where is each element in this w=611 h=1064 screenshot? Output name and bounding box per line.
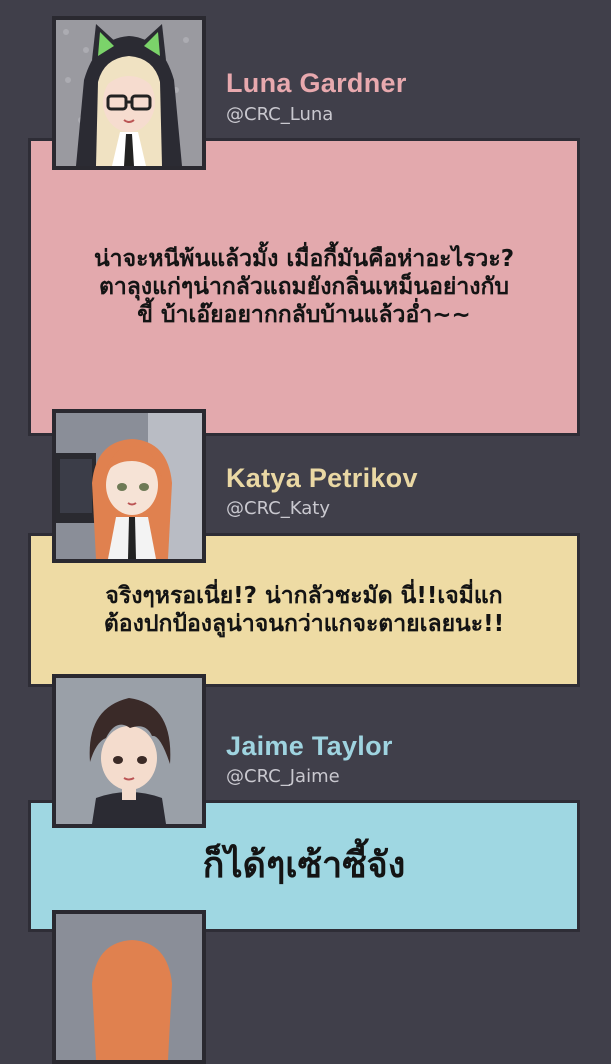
message-bubble: น่าจะหนีพ้นแล้วมั้ง เมื่อกี้มันคือห่าอะไ… bbox=[28, 138, 580, 436]
user-name[interactable]: Katya Petrikov bbox=[226, 463, 418, 494]
orange-hair-girl-avatar-icon bbox=[56, 914, 202, 1060]
orange-hair-girl-avatar-icon bbox=[56, 413, 202, 559]
user-handle[interactable]: @CRC_Jaime bbox=[226, 766, 340, 787]
cat-hood-girl-avatar-icon bbox=[56, 20, 202, 166]
user-handle[interactable]: @CRC_Katy bbox=[226, 498, 330, 519]
message-text: จริงๆหรอเนี่ย!? น่ากลัวชะมัด นี่!!เจมี่แ… bbox=[103, 582, 505, 637]
user-name[interactable]: Jaime Taylor bbox=[226, 731, 393, 762]
avatar[interactable] bbox=[52, 16, 206, 170]
message-text: น่าจะหนีพ้นแล้วมั้ง เมื่อกี้มันคือห่าอะไ… bbox=[93, 245, 515, 329]
dark-hair-boy-avatar-icon bbox=[56, 678, 202, 824]
message-text: ก็ได้ๆเซ้าซี้จัง bbox=[202, 845, 406, 887]
avatar[interactable] bbox=[52, 910, 206, 1064]
user-name[interactable]: Luna Gardner bbox=[226, 68, 407, 99]
user-handle[interactable]: @CRC_Luna bbox=[226, 104, 333, 125]
avatar[interactable] bbox=[52, 409, 206, 563]
avatar[interactable] bbox=[52, 674, 206, 828]
